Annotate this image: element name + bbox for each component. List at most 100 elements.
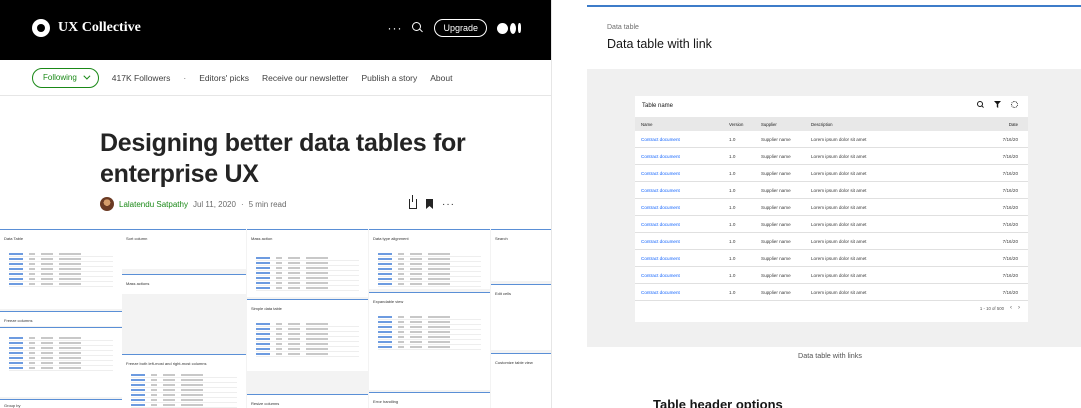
- settings-icon[interactable]: [1011, 101, 1018, 108]
- collage-card: Mass action: [247, 229, 368, 297]
- chevron-down-icon: [83, 72, 91, 80]
- row-name-link[interactable]: Contract document: [641, 222, 680, 227]
- collage-card-title: Error handling: [373, 399, 399, 404]
- table-row: Contract document 1.0 Supplier name Lorem i…: [635, 233, 1028, 250]
- medium-logo-icon[interactable]: [497, 22, 521, 34]
- collage-card: Search: [491, 229, 551, 281]
- row-name-link[interactable]: Contract document: [641, 154, 680, 159]
- row-version: 1.0: [729, 238, 736, 244]
- row-name-link[interactable]: Contract document: [641, 188, 680, 193]
- row-date: 7/16/20: [1002, 238, 1018, 244]
- row-name-link[interactable]: Contract document: [641, 256, 680, 261]
- row-description: Lorem ipsum dolor sit amet: [811, 153, 867, 159]
- collage-card-title: Expandable view: [373, 299, 404, 304]
- column-header-description[interactable]: Description: [811, 122, 833, 127]
- row-supplier: Supplier name: [761, 255, 791, 261]
- column-header-supplier[interactable]: Supplier: [761, 122, 777, 127]
- following-button[interactable]: Following: [32, 67, 99, 88]
- collage-card-title: Group by: [4, 403, 21, 408]
- row-version: 1.0: [729, 272, 736, 278]
- nav-about[interactable]: About: [430, 73, 452, 83]
- table-row: Contract document 1.0 Supplier name Lorem i…: [635, 199, 1028, 216]
- separator-dot: ·: [240, 199, 244, 209]
- next-page-icon[interactable]: ›: [1018, 305, 1020, 311]
- collage-card: Data type alignment: [369, 229, 490, 289]
- collage-card-title: Mass actions: [126, 281, 150, 286]
- followers-count[interactable]: 417K Followers: [112, 73, 171, 83]
- collage-card: Error handling: [369, 392, 490, 408]
- share-icon[interactable]: [409, 195, 417, 209]
- search-icon[interactable]: [412, 22, 424, 34]
- collage-card-title: Simple data table: [251, 306, 282, 311]
- publication-brand[interactable]: UX Collective: [32, 19, 141, 37]
- data-table: Table name Name Version Supplier Descrip…: [635, 96, 1028, 322]
- article-page: UX Collective ··· Upgrade Following 417K…: [0, 0, 552, 408]
- publication-nav: Following 417K Followers · Editors' pick…: [0, 60, 551, 96]
- more-options-icon[interactable]: ···: [387, 21, 402, 35]
- author-byline: Lalatendu Satpathy Jul 11, 2020 · 5 min …: [100, 195, 455, 211]
- table-row: Contract document 1.0 Supplier name Lorem i…: [635, 284, 1028, 301]
- row-version: 1.0: [729, 187, 736, 193]
- row-description: Lorem ipsum dolor sit amet: [811, 289, 867, 295]
- table-row: Contract document 1.0 Supplier name Lorem i…: [635, 267, 1028, 284]
- more-icon[interactable]: ···: [442, 199, 455, 210]
- row-date: 7/16/20: [1002, 272, 1018, 278]
- mini-table: [256, 322, 359, 357]
- nav-publish-story[interactable]: Publish a story: [362, 73, 418, 83]
- next-section-heading: Table header options: [653, 397, 783, 408]
- row-version: 1.0: [729, 221, 736, 227]
- column-header-version[interactable]: Version: [729, 122, 743, 127]
- author-avatar[interactable]: [100, 197, 114, 211]
- table-title: Table name: [642, 103, 674, 109]
- collage-card-title: Edit cells: [495, 291, 512, 296]
- row-version: 1.0: [729, 255, 736, 261]
- nav-editors-picks[interactable]: Editors' picks: [199, 73, 249, 83]
- row-supplier: Supplier name: [761, 272, 791, 278]
- search-icon[interactable]: [977, 101, 984, 108]
- pagination: 1 - 10 of 500 ‹ ›: [980, 305, 1020, 311]
- upgrade-button[interactable]: Upgrade: [434, 19, 487, 37]
- row-name-link[interactable]: Contract document: [641, 205, 680, 210]
- collage-card: Sort column: [122, 229, 246, 269]
- row-date: 7/16/20: [1002, 221, 1018, 227]
- row-date: 7/16/20: [1002, 289, 1018, 295]
- collage-card: Expandable view: [369, 292, 490, 390]
- collage-card-title: Sort column: [126, 236, 148, 241]
- row-name-link[interactable]: Contract document: [641, 137, 680, 142]
- table-header: Name Version Supplier Description Date: [635, 117, 1028, 131]
- row-supplier: Supplier name: [761, 153, 791, 159]
- row-supplier: Supplier name: [761, 204, 791, 210]
- collage-card: Freeze both left-most and right-most col…: [122, 354, 246, 408]
- mini-table: [378, 252, 481, 287]
- prev-page-icon[interactable]: ‹: [1010, 305, 1012, 311]
- collage-card-title: Freeze columns: [4, 318, 33, 323]
- mini-table: [9, 336, 113, 371]
- table-toolbar: [977, 101, 1018, 108]
- table-row: Contract document 1.0 Supplier name Lorem i…: [635, 250, 1028, 267]
- row-date: 7/16/20: [1002, 170, 1018, 176]
- collage-card: Mass actions: [122, 274, 246, 294]
- filter-icon[interactable]: [994, 101, 1001, 108]
- column-header-date[interactable]: Date: [1009, 122, 1018, 127]
- column-header-name[interactable]: Name: [641, 122, 652, 127]
- bookmark-icon[interactable]: [426, 199, 433, 209]
- author-name[interactable]: Lalatendu Satpathy: [119, 200, 188, 209]
- row-version: 1.0: [729, 153, 736, 159]
- mini-table: [9, 252, 113, 287]
- table-row: Contract document 1.0 Supplier name Lorem i…: [635, 165, 1028, 182]
- row-supplier: Supplier name: [761, 136, 791, 142]
- row-supplier: Supplier name: [761, 170, 791, 176]
- pagination-range: 1 - 10 of 500: [979, 305, 1004, 311]
- publish-date: Jul 11, 2020: [192, 199, 236, 209]
- design-doc-page: Data table Data table with link Table na…: [553, 0, 1081, 408]
- row-name-link[interactable]: Contract document: [641, 171, 680, 176]
- collage-card-title: Freeze both left-most and right-most col…: [126, 361, 207, 366]
- publication-name: UX Collective: [58, 20, 141, 35]
- row-name-link[interactable]: Contract document: [641, 239, 680, 244]
- row-name-link[interactable]: Contract document: [641, 273, 680, 278]
- row-name-link[interactable]: Contract document: [641, 290, 680, 295]
- nav-newsletter[interactable]: Receive our newsletter: [262, 73, 348, 83]
- row-supplier: Supplier name: [761, 221, 791, 227]
- row-description: Lorem ipsum dolor sit amet: [811, 221, 867, 227]
- row-description: Lorem ipsum dolor sit amet: [811, 136, 867, 142]
